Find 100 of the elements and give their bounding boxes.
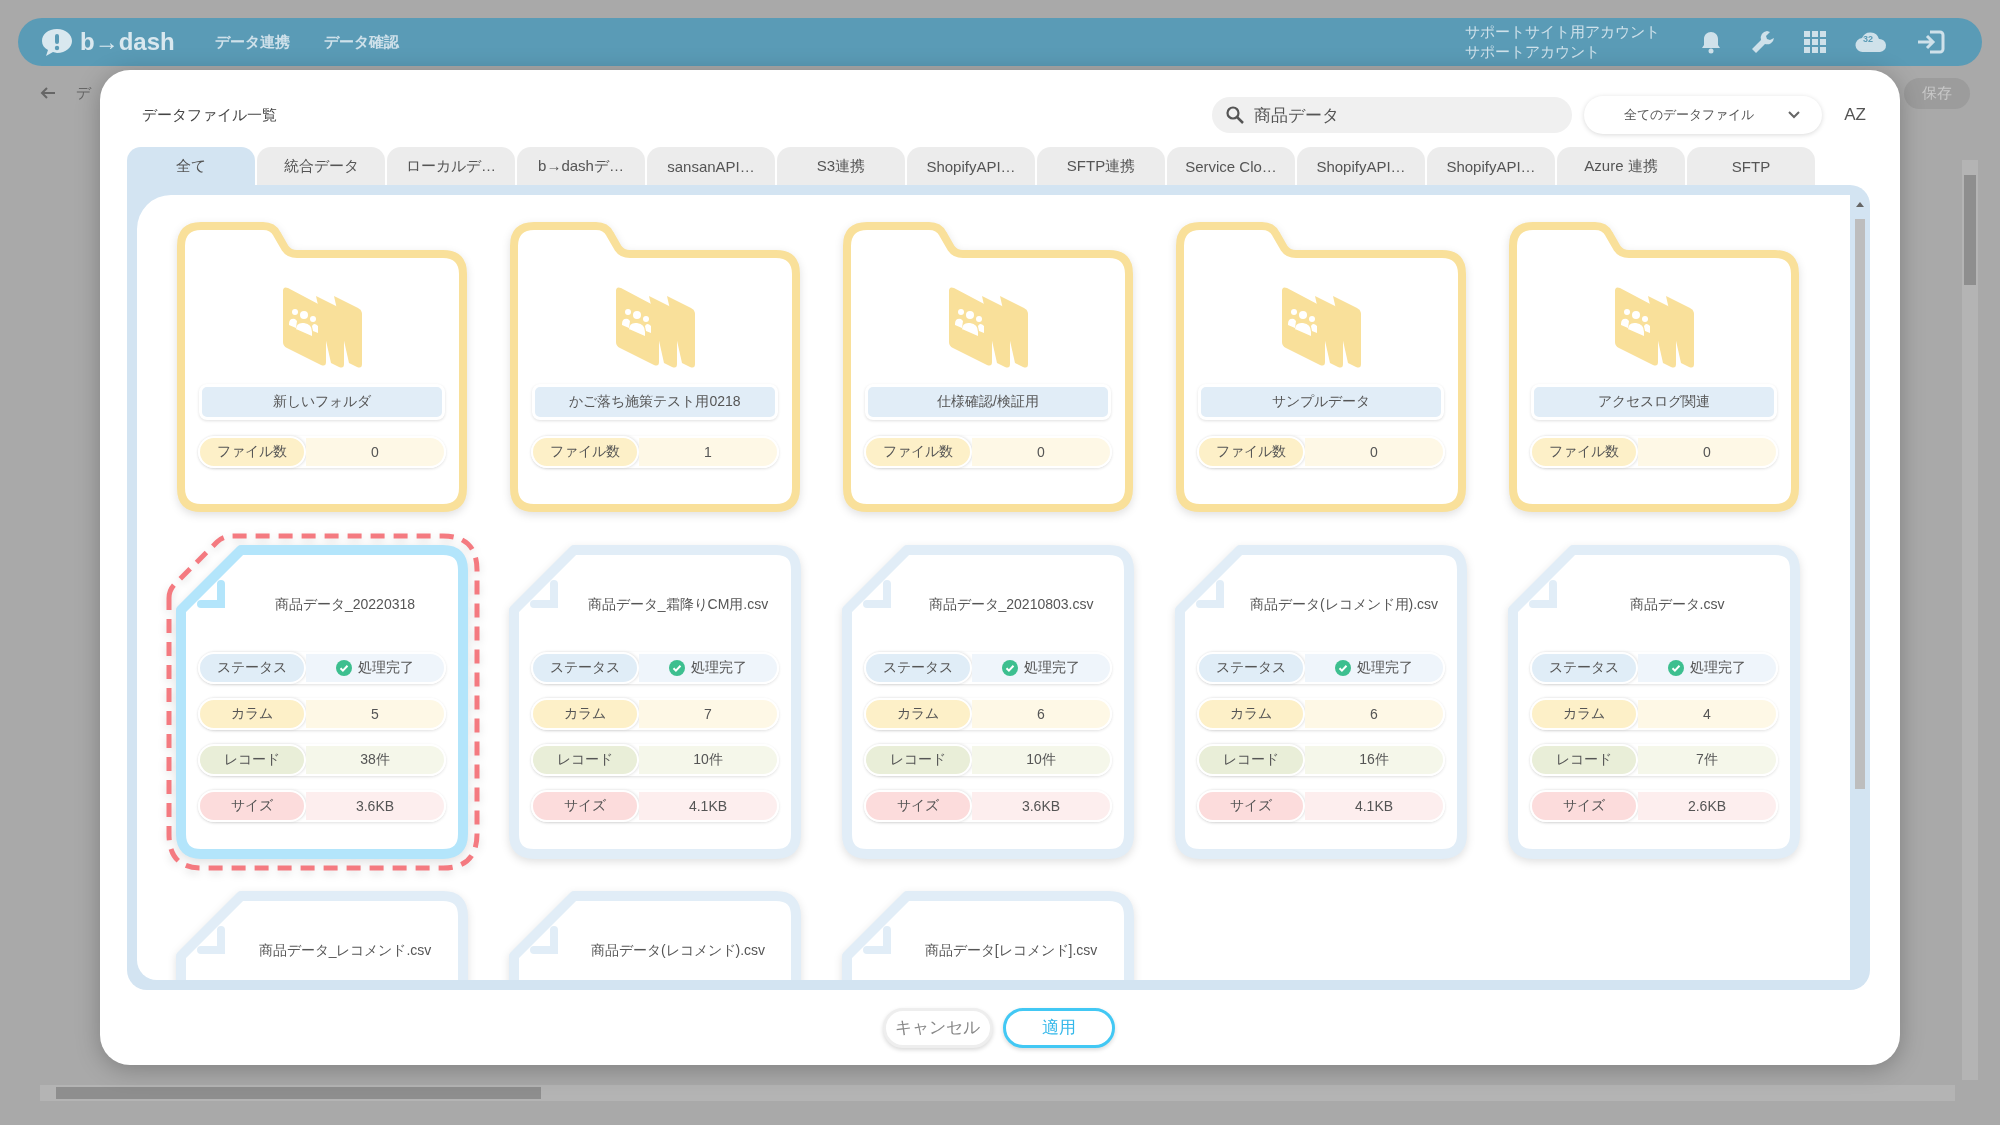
field-value: 10件 xyxy=(972,746,1110,774)
tab[interactable]: S3連携 xyxy=(777,147,905,185)
logo-text: b→dash xyxy=(80,28,175,56)
scroll-up-icon xyxy=(1855,201,1865,207)
field-label: カラム xyxy=(1530,698,1638,730)
status-text: 処理完了 xyxy=(358,659,414,677)
field-label: ステータス xyxy=(1530,652,1638,684)
field-label: ファイル数 xyxy=(1530,436,1638,468)
file-name: 商品データ_20220318 xyxy=(273,595,417,614)
field-value: 10件 xyxy=(639,746,777,774)
file-name: 商品データ(レコメンド).csv xyxy=(589,941,767,960)
account-name: サポートアカウント xyxy=(1465,42,1601,62)
field-value: 0 xyxy=(306,438,444,466)
field-label: ステータス xyxy=(1197,652,1305,684)
tab[interactable]: Service Clo… xyxy=(1167,147,1295,185)
field-value: 7件 xyxy=(1638,746,1776,774)
tab[interactable]: ローカルデ… xyxy=(387,147,515,185)
field-label: カラム xyxy=(864,698,972,730)
folder-name: サンプルデータ xyxy=(1198,384,1444,420)
file-card[interactable] xyxy=(176,891,468,980)
logout-icon[interactable] xyxy=(1916,29,1946,55)
field-value: 5 xyxy=(306,700,444,728)
folder-name: 新しいフォルダ xyxy=(199,384,445,420)
status-text: 処理完了 xyxy=(691,659,747,677)
tab[interactable]: sansanAPI… xyxy=(647,147,775,185)
back-arrow-icon[interactable] xyxy=(40,86,56,100)
scrollbar[interactable] xyxy=(1962,160,1978,1080)
file-name: 商品データ[レコメンド].csv xyxy=(923,941,1099,960)
field-label: カラム xyxy=(198,698,306,730)
field-label: ステータス xyxy=(531,652,639,684)
grid-icon[interactable] xyxy=(1804,31,1826,53)
bell-icon[interactable] xyxy=(1700,30,1722,54)
tab[interactable]: 統合データ xyxy=(257,147,385,185)
file-card[interactable] xyxy=(842,891,1134,980)
file-card[interactable] xyxy=(509,891,801,980)
search-field[interactable]: 商品データ xyxy=(1212,97,1573,133)
dialog-title: データファイル一覧 xyxy=(142,105,278,125)
field-label: レコード xyxy=(198,744,306,776)
field-label: カラム xyxy=(531,698,639,730)
tab[interactable]: ShopifyAPI… xyxy=(1427,147,1555,185)
check-icon xyxy=(336,660,352,676)
field-label: サイズ xyxy=(1530,790,1638,822)
field-label: ステータス xyxy=(198,652,306,684)
status-text: 処理完了 xyxy=(1024,659,1080,677)
field-value: 6 xyxy=(972,700,1110,728)
status-text: 処理完了 xyxy=(1357,659,1413,677)
field-label: ファイル数 xyxy=(531,436,639,468)
tab[interactable]: ShopifyAPI… xyxy=(907,147,1035,185)
scrollbar[interactable] xyxy=(40,1085,1955,1101)
field-value: 16件 xyxy=(1305,746,1443,774)
tab[interactable]: ShopifyAPI… xyxy=(1297,147,1425,185)
account-name: サポートサイト用アカウント xyxy=(1465,22,1660,42)
field-label: ステータス xyxy=(864,652,972,684)
field-label: サイズ xyxy=(864,790,972,822)
wrench-icon[interactable] xyxy=(1750,29,1776,55)
field-value: 4.1KB xyxy=(1305,792,1443,820)
field-value: 2.6KB xyxy=(1638,792,1776,820)
folder-name: アクセスログ関連 xyxy=(1531,384,1777,420)
tab[interactable]: 全て xyxy=(127,147,255,185)
file-name: 商品データ_20210803.csv xyxy=(927,595,1095,614)
field-value: 4 xyxy=(1638,700,1776,728)
search-icon xyxy=(1226,106,1245,124)
check-icon xyxy=(1002,660,1018,676)
field-value: 3.6KB xyxy=(306,792,444,820)
field-label: レコード xyxy=(1197,744,1305,776)
field-value: 38件 xyxy=(306,746,444,774)
field-value: 4.1KB xyxy=(639,792,777,820)
status-text: 処理完了 xyxy=(1690,659,1746,677)
field-label: サイズ xyxy=(198,790,306,822)
field-value: 0 xyxy=(972,438,1110,466)
field-label: ファイル数 xyxy=(1197,436,1305,468)
field-label: カラム xyxy=(1197,698,1305,730)
sort-button[interactable]: AZ xyxy=(1840,105,1870,125)
field-value: 0 xyxy=(1305,438,1443,466)
field-label: ファイル数 xyxy=(864,436,972,468)
field-label: ファイル数 xyxy=(198,436,306,468)
field-value: 1 xyxy=(639,438,777,466)
tab[interactable]: SFTP xyxy=(1687,147,1815,185)
field-value: 6 xyxy=(1305,700,1443,728)
chevron-down-icon xyxy=(1788,111,1801,119)
breadcrumb: デ xyxy=(76,83,91,103)
file-name: 商品データ_レコメンド.csv xyxy=(257,941,433,960)
field-value: 3.6KB xyxy=(972,792,1110,820)
field-value: 0 xyxy=(1638,438,1776,466)
tab[interactable]: SFTP連携 xyxy=(1037,147,1165,185)
field-label: サイズ xyxy=(531,790,639,822)
check-icon xyxy=(669,660,685,676)
logo-icon xyxy=(40,27,74,57)
tab[interactable]: Azure 連携 xyxy=(1557,147,1685,185)
field-value: 7 xyxy=(639,700,777,728)
field-label: レコード xyxy=(531,744,639,776)
file-name: 商品データ_霜降りCM用.csv xyxy=(586,595,770,614)
badge-count: 32 xyxy=(1863,34,1873,44)
check-icon xyxy=(1335,660,1351,676)
filter-dropdown[interactable]: 全てのデータファイル xyxy=(1584,96,1823,134)
tab[interactable]: b→dashデ… xyxy=(517,147,645,185)
check-icon xyxy=(1668,660,1684,676)
field-label: レコード xyxy=(1530,744,1638,776)
field-label: サイズ xyxy=(1197,790,1305,822)
cancel-button[interactable]: キャンセル xyxy=(882,1007,993,1048)
